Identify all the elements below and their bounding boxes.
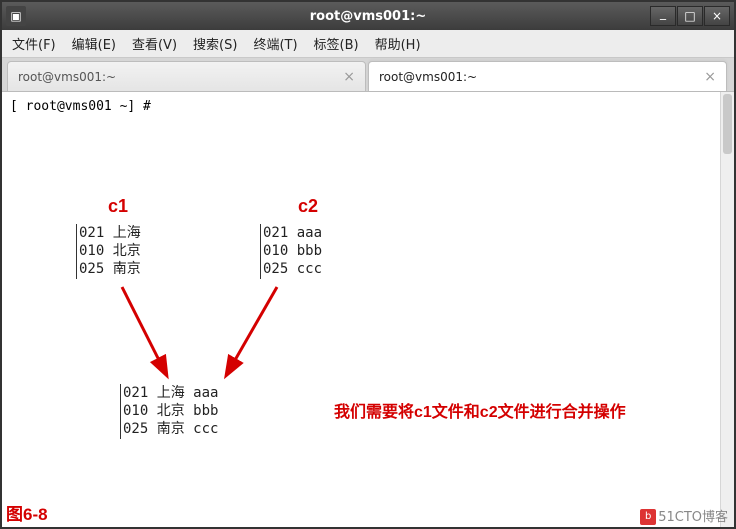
scrollbar[interactable] — [720, 92, 734, 527]
annotation-layer: c1 c2 021 上海 010 北京 025 南京 021 aaa 010 b… — [2, 92, 734, 527]
window-title: root@vms001:~ — [310, 9, 426, 24]
shell-prompt: [ root@vms001 ~] # — [10, 98, 726, 116]
titlebar: ▣ root@vms001:~ _ □ × — [2, 2, 734, 30]
tab-label: root@vms001:~ — [379, 70, 477, 84]
annotation-c1-block: 021 上海 010 北京 025 南京 — [76, 224, 141, 279]
arrow-c1-to-merged — [2, 92, 734, 512]
menu-terminal[interactable]: 终端(T) — [249, 30, 301, 57]
terminal-window: ▣ root@vms001:~ _ □ × 文件(F) 编辑(E) 查看(V) … — [0, 0, 736, 529]
menubar: 文件(F) 编辑(E) 查看(V) 搜索(S) 终端(T) 标签(B) 帮助(H… — [2, 30, 734, 58]
watermark-icon: b — [640, 509, 656, 525]
tabbar: root@vms001:~ × root@vms001:~ × — [2, 58, 734, 92]
menu-help[interactable]: 帮助(H) — [371, 30, 425, 57]
close-button[interactable]: × — [704, 6, 730, 26]
annotation-description: 我们需要将c1文件和c2文件进行合并操作 — [334, 402, 626, 424]
scrollbar-thumb[interactable] — [723, 94, 732, 154]
tab-0[interactable]: root@vms001:~ × — [7, 61, 366, 91]
app-icon: ▣ — [6, 6, 26, 26]
menu-search[interactable]: 搜索(S) — [189, 30, 241, 57]
tab-label: root@vms001:~ — [18, 70, 116, 84]
watermark-text: 51CTO博客 — [658, 510, 728, 525]
menu-view[interactable]: 查看(V) — [128, 30, 181, 57]
tab-close-icon[interactable]: × — [343, 69, 355, 85]
tab-close-icon[interactable]: × — [704, 69, 716, 85]
terminal-area[interactable]: [ root@vms001 ~] # c1 c2 021 上海 010 北京 0… — [2, 92, 734, 527]
tab-1[interactable]: root@vms001:~ × — [368, 61, 727, 91]
menu-edit[interactable]: 编辑(E) — [68, 30, 120, 57]
annotation-merged-block: 021 上海 aaa 010 北京 bbb 025 南京 ccc — [120, 384, 218, 439]
window-controls: _ □ × — [650, 6, 730, 26]
menu-tabs[interactable]: 标签(B) — [310, 30, 363, 57]
maximize-button[interactable]: □ — [677, 6, 703, 26]
figure-label: 图6-8 — [6, 500, 48, 525]
menu-file[interactable]: 文件(F) — [8, 30, 60, 57]
annotation-c1-label: c1 — [108, 194, 128, 219]
watermark: b51CTO博客 — [640, 506, 728, 526]
minimize-button[interactable]: _ — [650, 6, 676, 26]
annotation-c2-label: c2 — [298, 194, 318, 219]
annotation-c2-block: 021 aaa 010 bbb 025 ccc — [260, 224, 322, 279]
